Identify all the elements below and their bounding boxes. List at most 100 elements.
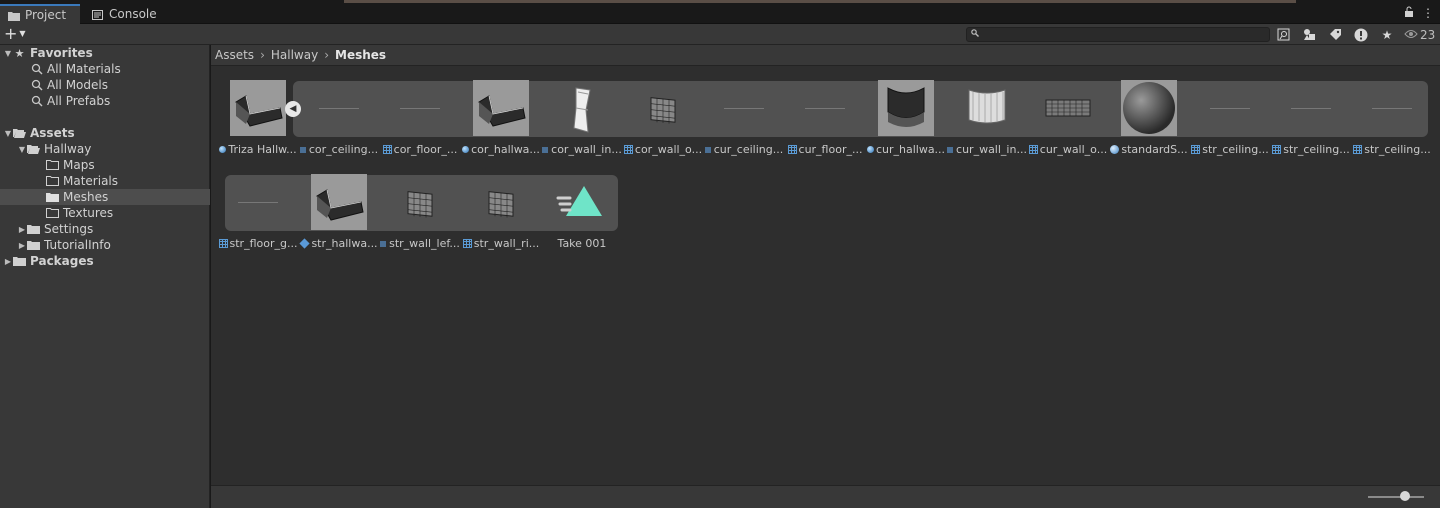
asset-label: cor_wall_o... [623,143,703,156]
asset-item[interactable]: cur_wall_o... [1028,80,1108,156]
chevron-right-icon: › [324,48,330,62]
mesh-icon [1028,145,1038,154]
asset-name: cor_wall_o... [634,143,703,156]
asset-item[interactable]: cor_ceiling... [299,80,379,156]
asset-item[interactable]: cor_wall_o... [623,80,703,156]
asset-name: cor_hallwa... [471,143,540,156]
breadcrumb-hallway[interactable]: Hallway [271,48,318,62]
meshes-folder[interactable]: Meshes [0,189,210,205]
prefab-icon [299,238,311,249]
project-toolbar: + ▼ ★ 23 [0,24,1440,45]
favorites-star-icon[interactable]: ★ [1374,26,1400,43]
packages-label: Packages [30,254,94,268]
hallway-folder[interactable]: ▼ Hallway [0,141,210,157]
favorite-all-models[interactable]: All Models [0,77,210,93]
asset-item[interactable]: Take 001 [542,174,622,250]
asset-label: cor_hallwa... [461,143,541,156]
assets-folder[interactable]: ▼ Assets [0,125,210,141]
asset-item[interactable]: standardS... [1109,80,1189,156]
breadcrumb-assets[interactable]: Assets [215,48,254,62]
search-input[interactable] [966,27,1270,42]
folder-empty-icon [46,160,59,171]
asset-name: cur_wall_in... [956,143,1027,156]
mesh-sm-icon [299,146,306,153]
asset-item[interactable]: cur_floor_... [785,80,865,156]
expanded-arrow-icon[interactable]: ▼ [17,145,27,154]
asset-thumbnail [230,80,286,136]
materials-folder[interactable]: Materials [0,173,210,189]
asset-name: Triza Hallw... [228,143,297,156]
folder-icon [46,192,59,203]
add-button[interactable]: + ▼ [4,25,26,43]
asset-item[interactable]: str_ceiling... [1190,80,1270,156]
search-icon [971,29,979,40]
model-icon [219,146,227,153]
tutorialinfo-folder[interactable]: ▶ TutorialInfo [0,237,210,253]
expanded-arrow-icon[interactable]: ▼ [3,49,13,58]
collapsed-arrow-icon[interactable]: ▶ [17,241,27,250]
warning-icon[interactable] [1348,26,1374,43]
breadcrumb-meshes[interactable]: Meshes [335,48,386,62]
asset-item[interactable]: str_floor_g... [218,174,298,250]
asset-thumbnail [230,174,286,230]
chevron-right-icon: › [260,48,265,62]
packages-folder[interactable]: ▶ Packages [0,253,210,269]
asset-name: str_wall_lef... [389,237,460,250]
asset-item[interactable]: cor_floor_... [380,80,460,156]
tab-console[interactable]: Console [84,4,165,24]
asset-item[interactable]: cur_ceiling... [704,80,784,156]
hidden-packages-toggle[interactable]: 23 [1400,28,1435,42]
search-by-type-icon[interactable] [1270,26,1296,43]
mesh-icon [218,239,228,248]
tab-project[interactable]: Project [0,4,80,24]
asset-thumbnail [392,174,448,230]
folder-open-icon [13,128,26,139]
asset-item[interactable]: cor_wall_in... [542,80,622,156]
expanded-arrow-icon[interactable]: ▼ [3,129,13,138]
asset-item[interactable]: str_wall_lef... [380,174,460,250]
tab-bar: Project Console ⋮ [0,0,1440,24]
thumbnail-size-slider[interactable] [1368,496,1424,498]
asset-item[interactable]: str_ceiling... [1352,80,1432,156]
folder-label: Meshes [63,190,109,204]
mesh-sm-icon [947,146,954,153]
collapsed-arrow-icon[interactable]: ▶ [3,257,13,266]
mesh-icon [787,145,797,154]
favorites-header[interactable]: ▼ ★ Favorites [0,45,210,61]
asset-item[interactable]: cur_wall_in... [947,80,1027,156]
status-bar [211,485,1440,508]
asset-item[interactable]: str_ceiling... [1271,80,1351,156]
favorite-all-prefabs[interactable]: All Prefabs [0,93,210,109]
asset-thumbnail [311,174,367,230]
asset-name: cur_hallwa... [875,143,946,156]
mesh-icon [1191,145,1201,154]
folder-icon [27,240,40,251]
collapse-arrow-icon[interactable]: ◀ [285,101,301,117]
asset-item[interactable]: str_wall_ri... [461,174,541,250]
asset-thumbnail [554,80,610,136]
asset-thumbnail [797,80,853,136]
kebab-menu-icon[interactable]: ⋮ [1422,6,1434,20]
project-sidebar: ▼ ★ Favorites All Materials All Models A… [0,45,210,508]
settings-folder[interactable]: ▶ Settings [0,221,210,237]
favorite-all-materials[interactable]: All Materials [0,61,210,77]
asset-item[interactable]: cor_hallwa... [461,80,541,156]
lock-icon[interactable] [1404,6,1414,20]
asset-name: str_ceiling... [1283,143,1350,156]
filter-by-type-icon[interactable] [1296,26,1322,43]
asset-item[interactable]: Triza Hallw... [218,80,298,156]
asset-label: str_ceiling... [1271,143,1351,156]
asset-thumbnail [1040,80,1096,136]
console-icon [92,9,104,20]
asset-label: Triza Hallw... [218,143,298,156]
asset-item[interactable]: str_hallwa... [299,174,379,250]
asset-name: cur_ceiling... [713,143,784,156]
filter-by-label-icon[interactable] [1322,26,1348,43]
mesh-sm-icon [380,240,387,247]
collapsed-arrow-icon[interactable]: ▶ [17,225,27,234]
maps-folder[interactable]: Maps [0,157,210,173]
asset-label: cur_hallwa... [866,143,946,156]
textures-folder[interactable]: Textures [0,205,210,221]
thumbnail-size-slider-handle[interactable] [1400,491,1410,501]
asset-item[interactable]: cur_hallwa... [866,80,946,156]
